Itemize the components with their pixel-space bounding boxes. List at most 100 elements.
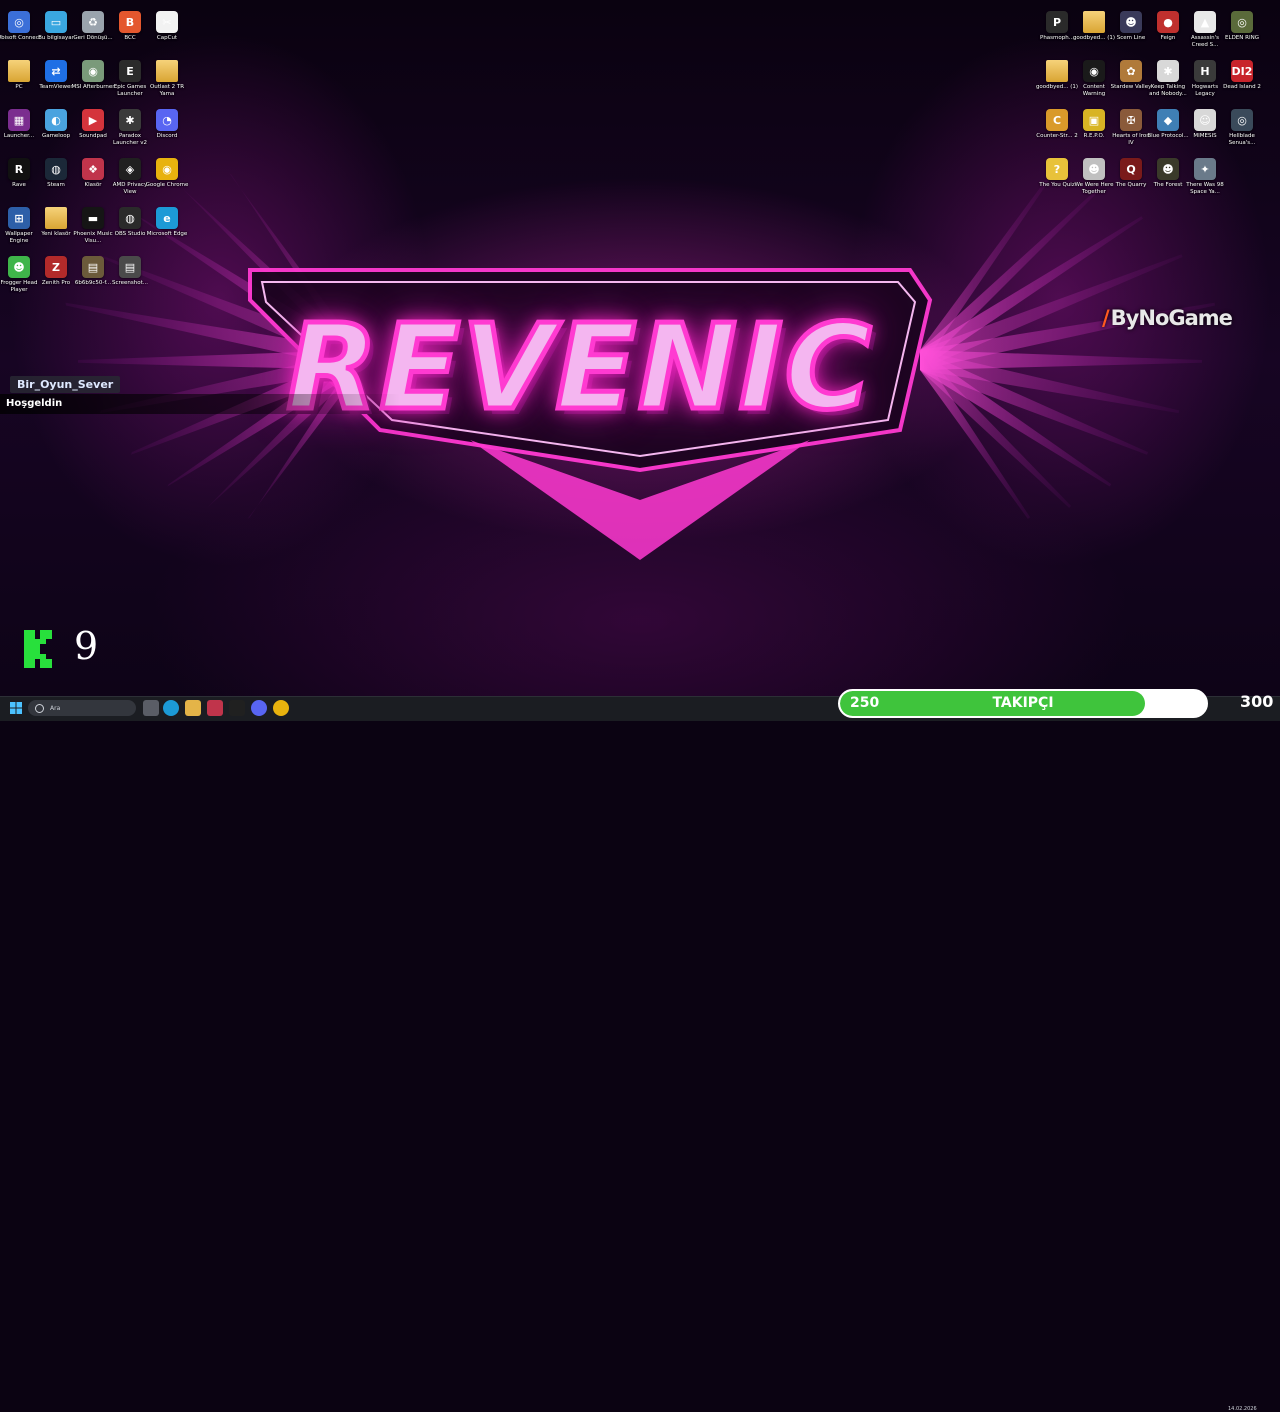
desktop-shortcut-label: Microsoft Edge [146,231,188,237]
desktop-shortcut[interactable]: goodbyed... (1) [1036,60,1078,91]
phasmophobia-icon: P [1046,11,1068,33]
launcher-icon: ▦ [8,109,30,131]
mimesis-icon: ☺ [1194,109,1216,131]
desktop-shortcut[interactable]: ▤ 6b6b9c50-f... [74,256,112,287]
desktop-shortcut[interactable]: ♻ Geri Dönüşü... [73,11,113,42]
desktop-shortcut[interactable]: ◐ Gameloop [37,109,75,140]
desktop-shortcut[interactable]: ☺ MIMESIS [1186,109,1224,140]
desktop-shortcut-label: Discord [156,133,178,139]
desktop-shortcut[interactable]: ◎ ELDEN RING [1223,11,1261,42]
desktop-shortcut[interactable]: ✦ There Was 98 Space Ya... [1186,158,1224,196]
search-placeholder: Ara [50,704,61,712]
msi-afterburner-icon: ◉ [82,60,104,82]
desktop-shortcut-label: Google Chrome [145,182,189,188]
desktop-shortcut[interactable]: Yeni klasör [37,207,75,238]
desktop-shortcut[interactable]: ▭ Bu bilgisayar [37,11,75,42]
amd-privacy-icon: ◈ [119,158,141,180]
sponsor-logo: /ByNoGame [1102,306,1233,330]
image-file-icon: ▤ [82,256,104,278]
desktop-shortcut[interactable]: e Microsoft Edge [146,207,188,238]
desktop-shortcut-label: There Was 98 Space Ya... [1186,182,1224,195]
folder-icon [156,60,178,82]
desktop-shortcut[interactable]: Outlast 2 TR Yama [148,60,186,98]
capcut-icon: ✂ [156,11,178,33]
obs-icon: ◍ [119,207,141,229]
desktop-shortcut[interactable]: ▲ Assassin's Creed S... [1186,11,1224,49]
desktop-shortcut[interactable]: ◈ AMD Privacy View [111,158,149,196]
discord-icon: ◔ [156,109,178,131]
quarry-icon: Q [1120,158,1142,180]
hogwarts-icon: H [1194,60,1216,82]
desktop-shortcut[interactable]: ☻ We Were Here Together [1074,158,1114,196]
app-taskbar-icon[interactable] [207,700,223,716]
desktop-shortcut[interactable]: ☻ Frogger Head Player [0,256,38,294]
desktop-shortcut[interactable]: DI2 Dead Island 2 [1223,60,1261,91]
desktop-shortcut[interactable]: PC [0,60,38,91]
desktop-shortcut[interactable]: ◍ OBS Studio [111,207,149,238]
rave-icon: R [8,158,30,180]
desktop-shortcut[interactable]: Z Zenith Pro [37,256,75,287]
desktop-shortcut[interactable]: ? The You Quiz [1038,158,1076,189]
desktop-shortcut[interactable]: ▤ Screenshot... [111,256,149,287]
desktop-shortcut[interactable]: ◎ Hellblade Senua's... [1223,109,1261,147]
folder-icon [1046,60,1068,82]
desktop-shortcut[interactable]: Q The Quarry [1112,158,1150,189]
cs2-icon: C [1046,109,1068,131]
this-pc-icon: ▭ [45,11,67,33]
desktop-shortcut[interactable]: ● Feign [1149,11,1187,42]
desktop-shortcut[interactable]: ▬ Phoenix Music Visu... [73,207,113,245]
start-button[interactable] [8,700,24,716]
dead-island-icon: DI2 [1231,60,1253,82]
desktop-shortcut[interactable]: ❖ Klasör [74,158,112,189]
you-quiz-icon: ? [1046,158,1068,180]
taskbar-search[interactable]: Ara [28,700,136,716]
desktop-shortcut[interactable]: P Phasmoph... [1038,11,1076,42]
edge-taskbar-icon[interactable] [163,700,179,716]
assassins-creed-icon: ▲ [1194,11,1216,33]
desktop-shortcut[interactable]: ✂ CapCut [148,11,186,42]
desktop-shortcut[interactable]: ▣ R.E.P.O. [1075,109,1113,140]
desktop-shortcut[interactable]: ◉ MSI Afterburner [71,60,115,91]
recycle-bin-icon: ♻ [82,11,104,33]
stardew-icon: ✿ [1120,60,1142,82]
chrome-taskbar-icon[interactable] [273,700,289,716]
desktop-shortcut[interactable]: ◎ Ubisoft Connect [0,11,41,42]
desktop-shortcut-label: ELDEN RING [1225,35,1259,41]
desktop-shortcut[interactable]: E Epic Games Launcher [111,60,149,98]
desktop-shortcut[interactable]: ☻ The Forest [1149,158,1187,189]
discord-taskbar-icon[interactable] [251,700,267,716]
app-taskbar-icon-2[interactable] [229,700,245,716]
desktop-shortcut[interactable]: C Counter-Str... 2 [1036,109,1078,140]
desktop-shortcut[interactable]: B BCC [111,11,149,42]
desktop-shortcut[interactable]: ▶ Soundpad [74,109,112,140]
wallpaper-logo: REVENIC [284,296,874,439]
soundpad-icon: ▶ [82,109,104,131]
desktop-shortcut[interactable]: ◔ Discord [148,109,186,140]
desktop-shortcut[interactable]: ✠ Hearts of Iron IV [1112,109,1150,147]
hoi4-icon: ✠ [1120,109,1142,131]
desktop-shortcut[interactable]: ▦ Launcher... [0,109,38,140]
desktop-shortcut[interactable]: ✱ Paradox Launcher v2 [111,109,149,147]
desktop-shortcut[interactable]: ✿ Stardew Valley [1111,60,1151,91]
desktop-shortcut[interactable]: H Hogwarts Legacy [1186,60,1224,98]
desktop-shortcut-label: Dead Island 2 [1223,84,1261,90]
desktop-shortcut[interactable]: ◍ Steam [37,158,75,189]
tray-date: 14.02.2026 [1228,1406,1257,1412]
desktop-shortcut[interactable]: ◉ Google Chrome [145,158,189,189]
desktop-shortcut[interactable]: ☻ Scem Line [1112,11,1150,42]
zenith-icon: Z [45,256,67,278]
folder-icon [45,207,67,229]
desktop-shortcut[interactable]: ✱ Keep Talking and Nobody... [1149,60,1187,98]
task-view-icon[interactable] [143,700,159,716]
desktop-shortcut[interactable]: R Rave [0,158,38,189]
welcome-text: Hoşgeldin [6,398,63,409]
file-explorer-icon[interactable] [185,700,201,716]
forest-icon: ☻ [1157,158,1179,180]
desktop-shortcut[interactable]: ⇄ TeamViewer [37,60,75,91]
desktop-shortcut[interactable]: ◆ Blue Protocol... [1147,109,1189,140]
desktop-shortcut[interactable]: ⊞ Wallpaper Engine [0,207,38,245]
paradox-icon: ✱ [119,109,141,131]
desktop-shortcut[interactable]: goodbyed... (1) [1073,11,1115,42]
desktop-shortcut[interactable]: ◉ Content Warning [1075,60,1113,98]
scem-line-icon: ☻ [1120,11,1142,33]
